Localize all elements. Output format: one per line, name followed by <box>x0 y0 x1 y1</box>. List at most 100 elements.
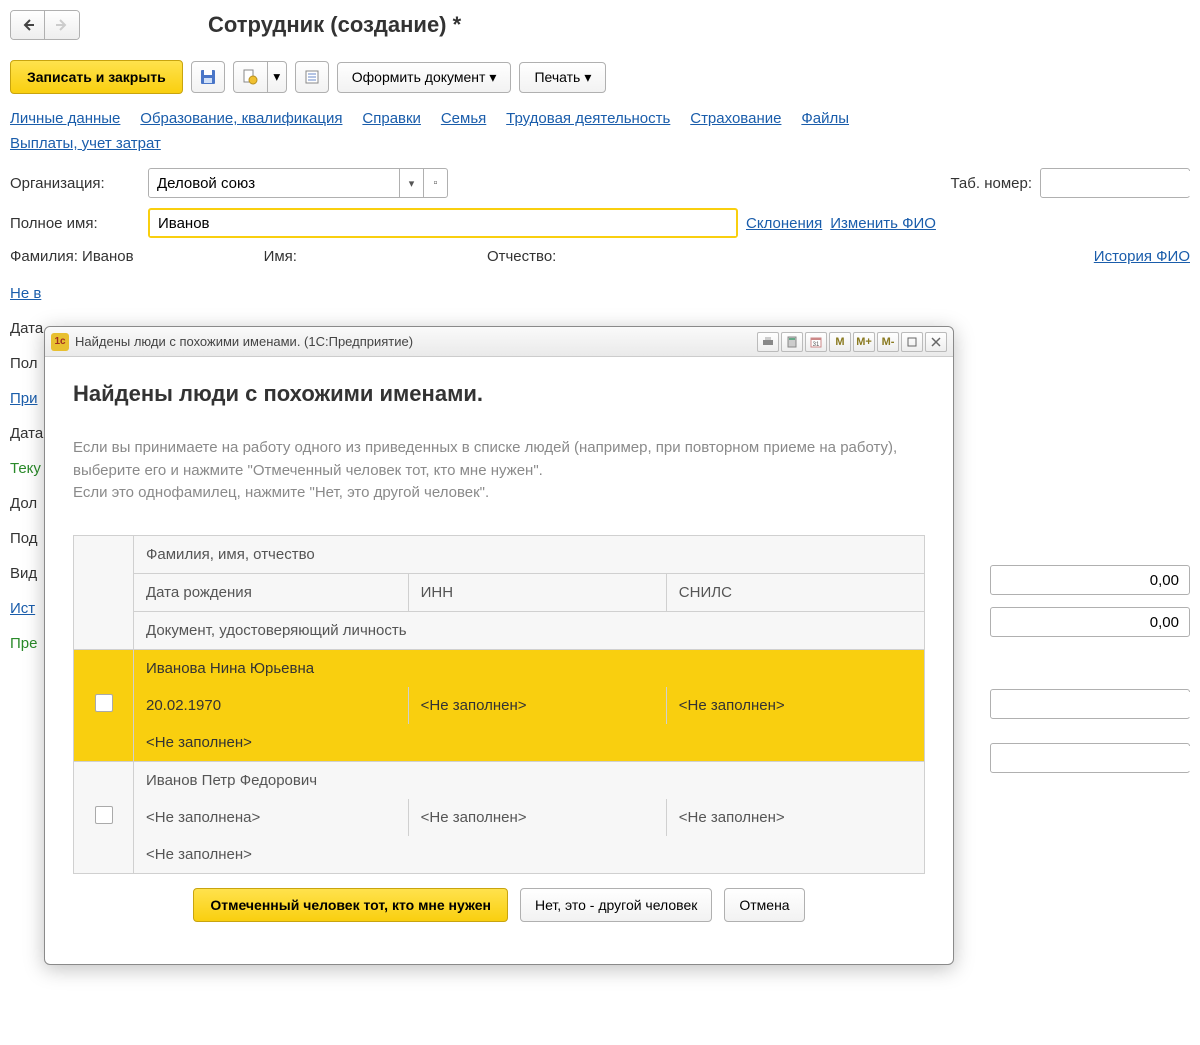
col-doc: Документ, удостоверяющий личность <box>134 611 925 649</box>
close-tool[interactable] <box>925 332 947 352</box>
matches-table: Фамилия, имя, отчество Дата рождения ИНН… <box>73 535 925 874</box>
dialog-text-2: Если это однофамилец, нажмите "Нет, это … <box>73 482 925 505</box>
cell-doc: <Не заполнен> <box>134 724 925 762</box>
org-input[interactable] <box>149 171 399 196</box>
numeric-field-2[interactable] <box>990 607 1190 637</box>
fullname-input[interactable] <box>150 211 736 236</box>
create-doc-button[interactable]: Оформить документ ▾ <box>337 62 512 93</box>
calculator-icon <box>786 336 798 348</box>
chevron-down-icon: ▾ <box>273 69 280 85</box>
save-close-button[interactable]: Записать и закрыть <box>10 60 183 94</box>
table-header-row: Документ, удостоверяющий личность <box>74 611 925 649</box>
org-open-btn[interactable]: ▫ <box>423 169 447 197</box>
cell-dob: 20.02.1970 <box>134 687 409 724</box>
table-row[interactable]: Иванова Нина Юрьевна <box>74 649 925 687</box>
col-dob: Дата рождения <box>134 573 409 611</box>
history-fio-link[interactable]: История ФИО <box>1094 248 1190 265</box>
declension-link[interactable]: Склонения <box>746 215 822 232</box>
table-header-row: Фамилия, имя, отчество <box>74 535 925 573</box>
calculator-tool[interactable] <box>781 332 803 352</box>
table-row[interactable]: <Не заполнен> <box>74 724 925 762</box>
name-label: Имя: <box>264 248 297 265</box>
cell-inn: <Не заполнен> <box>408 799 666 836</box>
chevron-down-icon: ▾ <box>489 69 496 86</box>
col-snils: СНИЛС <box>666 573 924 611</box>
link-family[interactable]: Семья <box>441 110 486 127</box>
fullname-label: Полное имя: <box>10 215 140 232</box>
surname-label: Фамилия: <box>10 248 78 265</box>
chevron-down-icon: ▾ <box>409 177 415 190</box>
col-inn: ИНН <box>408 573 666 611</box>
table-row[interactable]: <Не заполнен> <box>74 836 925 874</box>
write-button[interactable] <box>233 61 267 93</box>
org-label: Организация: <box>10 175 140 192</box>
numeric-field-1[interactable] <box>990 565 1190 595</box>
dialog-heading: Найдены люди с похожими именами. <box>73 381 925 407</box>
print-preview-tool[interactable] <box>757 332 779 352</box>
cell-fio: Иванова Нина Юрьевна <box>134 649 925 687</box>
write-dropdown[interactable]: ▾ <box>267 61 287 93</box>
arrow-right-icon <box>55 18 69 32</box>
close-icon <box>931 337 941 347</box>
calendar-tool[interactable]: 31 <box>805 332 827 352</box>
dialog-text-1: Если вы принимаете на работу одного из п… <box>73 437 925 482</box>
print-label: Печать <box>534 69 580 85</box>
print-button[interactable]: Печать ▾ <box>519 62 606 93</box>
surname-value: Иванов <box>82 248 134 265</box>
link-files[interactable]: Файлы <box>801 110 849 127</box>
open-icon: ▫ <box>434 177 438 189</box>
table-row[interactable]: <Не заполнена> <Не заполнен> <Не заполне… <box>74 799 925 836</box>
cell-doc: <Не заполнен> <box>134 836 925 874</box>
window-icon <box>907 337 917 347</box>
diskette-icon <box>200 69 216 85</box>
change-fio-link[interactable]: Изменить ФИО <box>830 215 936 232</box>
table-row[interactable]: 20.02.1970 <Не заполнен> <Не заполнен> <box>74 687 925 724</box>
create-doc-label: Оформить документ <box>352 69 486 85</box>
link-personal[interactable]: Личные данные <box>10 110 120 127</box>
list-icon <box>304 69 320 85</box>
list-button[interactable] <box>295 61 329 93</box>
link-payments[interactable]: Выплаты, учет затрат <box>10 135 161 152</box>
printer-icon <box>762 336 774 348</box>
nav-forward-button[interactable] <box>45 11 79 39</box>
dialog-window-title: Найдены люди с похожими именами. (1С:Пре… <box>75 334 751 349</box>
row-checkbox[interactable] <box>95 806 113 824</box>
confirm-match-button[interactable]: Отмеченный человек тот, кто мне нужен <box>193 888 508 922</box>
ref-field[interactable] <box>991 692 1200 717</box>
patronymic-label: Отчество: <box>487 248 556 265</box>
cancel-button[interactable]: Отмена <box>724 888 804 922</box>
app-1c-icon: 1c <box>51 333 69 351</box>
calendar-icon: 31 <box>810 336 822 348</box>
document-clock-icon <box>242 69 258 85</box>
link-education[interactable]: Образование, квалификация <box>140 110 342 127</box>
cell-inn: <Не заполнен> <box>408 687 666 724</box>
chevron-down-icon: ▾ <box>584 69 591 86</box>
link-work[interactable]: Трудовая деятельность <box>506 110 670 127</box>
memory-mminus-tool[interactable]: M- <box>877 332 899 352</box>
memory-m-tool[interactable]: M <box>829 332 851 352</box>
row-checkbox[interactable] <box>95 694 113 712</box>
different-person-button[interactable]: Нет, это - другой человек <box>520 888 712 922</box>
org-dropdown-btn[interactable]: ▾ <box>399 169 423 197</box>
cell-fio: Иванов Петр Федорович <box>134 761 925 799</box>
ref-field-2[interactable] <box>991 746 1200 771</box>
arrow-left-icon <box>21 18 35 32</box>
cell-snils: <Не заполнен> <box>666 687 924 724</box>
nav-back-button[interactable] <box>11 11 45 39</box>
partial-ne-v[interactable]: Не в <box>10 285 54 302</box>
tab-number-input[interactable] <box>1041 171 1200 196</box>
memory-mplus-tool[interactable]: M+ <box>853 332 875 352</box>
link-refs[interactable]: Справки <box>362 110 421 127</box>
cell-snils: <Не заполнен> <box>666 799 924 836</box>
table-row[interactable]: Иванов Петр Федорович <box>74 761 925 799</box>
save-button[interactable] <box>191 61 225 93</box>
cell-dob: <Не заполнена> <box>134 799 409 836</box>
link-insurance[interactable]: Страхование <box>690 110 781 127</box>
similar-names-dialog: 1c Найдены люди с похожими именами. (1С:… <box>44 326 954 965</box>
col-fio: Фамилия, имя, отчество <box>134 535 925 573</box>
page-title: Сотрудник (создание) * <box>208 12 461 38</box>
tab-number-label: Таб. номер: <box>950 175 1032 192</box>
table-header-row: Дата рождения ИНН СНИЛС <box>74 573 925 611</box>
svg-text:31: 31 <box>813 342 820 348</box>
minimize-tool[interactable] <box>901 332 923 352</box>
